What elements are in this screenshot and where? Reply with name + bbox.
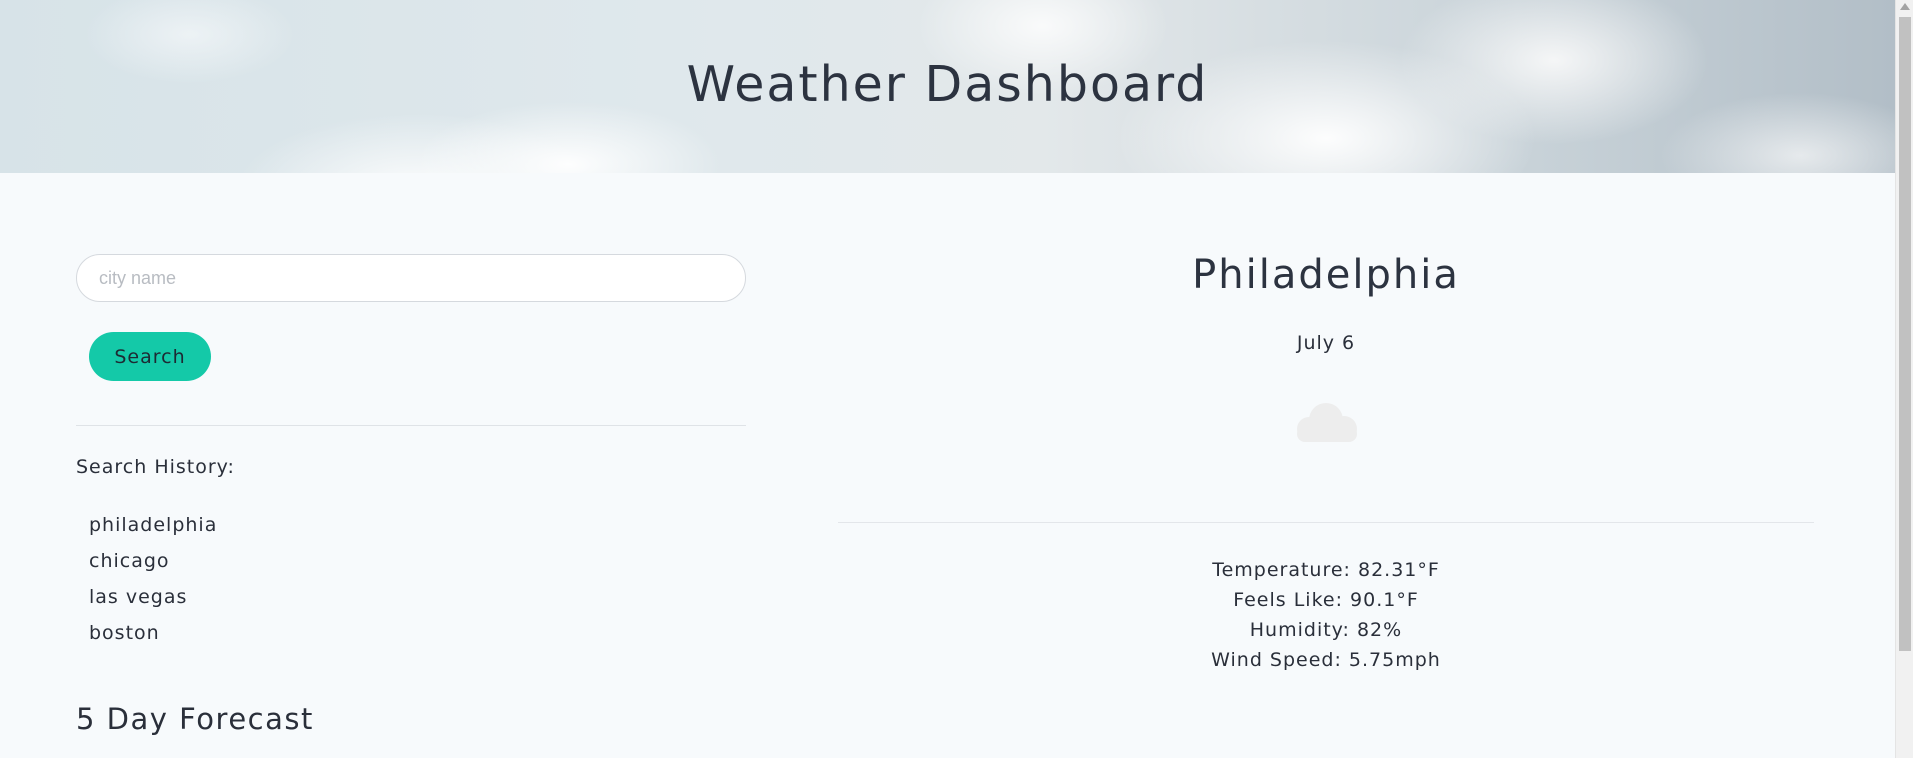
cloud-icon xyxy=(1288,396,1364,446)
search-history-label: Search History: xyxy=(76,456,235,478)
scroll-up-arrow-icon[interactable] xyxy=(1900,3,1910,10)
history-item[interactable]: boston xyxy=(89,615,217,651)
vertical-scrollbar[interactable] xyxy=(1895,0,1913,758)
temperature-stat: Temperature: 82.31°F xyxy=(1212,559,1440,581)
search-button[interactable]: Search xyxy=(89,332,211,381)
divider xyxy=(76,425,746,426)
city-search-input[interactable] xyxy=(76,254,746,302)
hero-banner: Weather Dashboard xyxy=(0,0,1895,173)
page-title: Weather Dashboard xyxy=(686,56,1209,113)
current-weather-stats: Temperature: 82.31°F Feels Like: 90.1°F … xyxy=(838,555,1814,675)
scrollbar-thumb[interactable] xyxy=(1899,17,1911,651)
forecast-title: 5 Day Forecast xyxy=(76,702,314,736)
history-item[interactable]: las vegas xyxy=(89,579,217,615)
history-item[interactable]: philadelphia xyxy=(89,507,217,543)
humidity-stat: Humidity: 82% xyxy=(1249,619,1403,641)
current-date: July 6 xyxy=(1296,332,1356,354)
current-city-name: Philadelphia xyxy=(1192,252,1460,298)
divider xyxy=(838,522,1814,523)
history-item[interactable]: chicago xyxy=(89,543,217,579)
weather-dashboard-page: Weather Dashboard Search Search History:… xyxy=(0,0,1913,758)
feels-like-stat: Feels Like: 90.1°F xyxy=(1233,589,1419,611)
search-history-list: philadelphia chicago las vegas boston xyxy=(89,507,217,651)
wind-speed-stat: Wind Speed: 5.75mph xyxy=(1211,649,1441,671)
